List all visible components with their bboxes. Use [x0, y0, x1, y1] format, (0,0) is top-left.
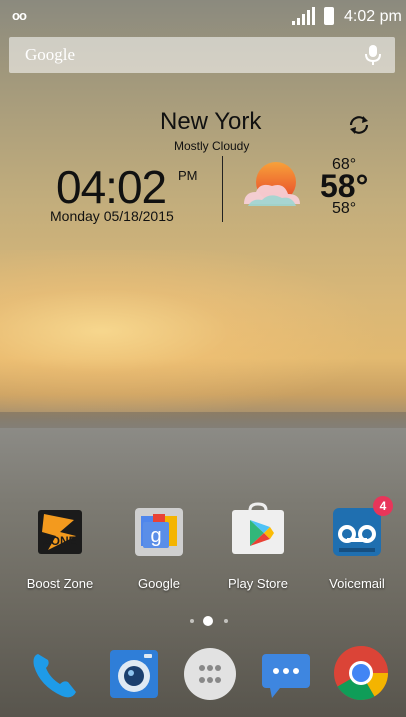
voicemail-badge: 4	[373, 496, 393, 516]
messaging-icon[interactable]	[258, 646, 314, 702]
app-voicemail[interactable]: 4 Voicemail	[311, 496, 403, 591]
app-label: Google	[138, 576, 180, 591]
google-icon: g	[133, 506, 185, 558]
app-label: Boost Zone	[26, 576, 94, 591]
app-play-store[interactable]: Play Store	[212, 502, 304, 591]
status-time: 4:02 pm	[344, 8, 402, 25]
mic-icon[interactable]	[363, 43, 383, 72]
app-boost-zone[interactable]: ZONE Boost Zone	[14, 506, 106, 591]
signal-icon	[292, 7, 316, 30]
app-drawer-icon[interactable]	[182, 646, 238, 702]
status-bar: oo 4:02 pm	[0, 0, 406, 34]
app-label: Play Store	[228, 576, 288, 591]
boost-zone-icon: ZONE	[34, 506, 86, 558]
weather-low: 58°	[332, 200, 357, 217]
search-placeholder: Google	[25, 45, 76, 64]
partly-cloudy-icon	[240, 160, 304, 217]
play-store-icon	[232, 502, 284, 558]
clock-time: 04:02	[56, 161, 167, 213]
voicemail-notification-icon: oo	[12, 8, 27, 23]
battery-icon	[324, 7, 334, 25]
phone-icon[interactable]	[28, 646, 84, 702]
svg-text:g: g	[150, 525, 161, 547]
weather-condition: Mostly Cloudy	[174, 139, 250, 153]
widget-divider	[222, 156, 223, 222]
google-search-bar[interactable]: Google	[9, 37, 395, 73]
voicemail-icon: 4	[331, 496, 393, 558]
app-label: Voicemail	[329, 576, 385, 591]
page-indicator	[186, 614, 234, 633]
refresh-icon[interactable]	[346, 114, 372, 141]
weather-city: New York	[160, 108, 262, 135]
clock-ampm: PM	[178, 168, 198, 183]
dock	[0, 638, 406, 717]
clock-date: Monday 05/18/2015	[50, 208, 174, 224]
chrome-icon[interactable]	[332, 644, 388, 701]
svg-text:ZONE: ZONE	[43, 534, 76, 548]
camera-icon[interactable]	[106, 646, 162, 702]
app-google[interactable]: g Google	[113, 506, 205, 591]
